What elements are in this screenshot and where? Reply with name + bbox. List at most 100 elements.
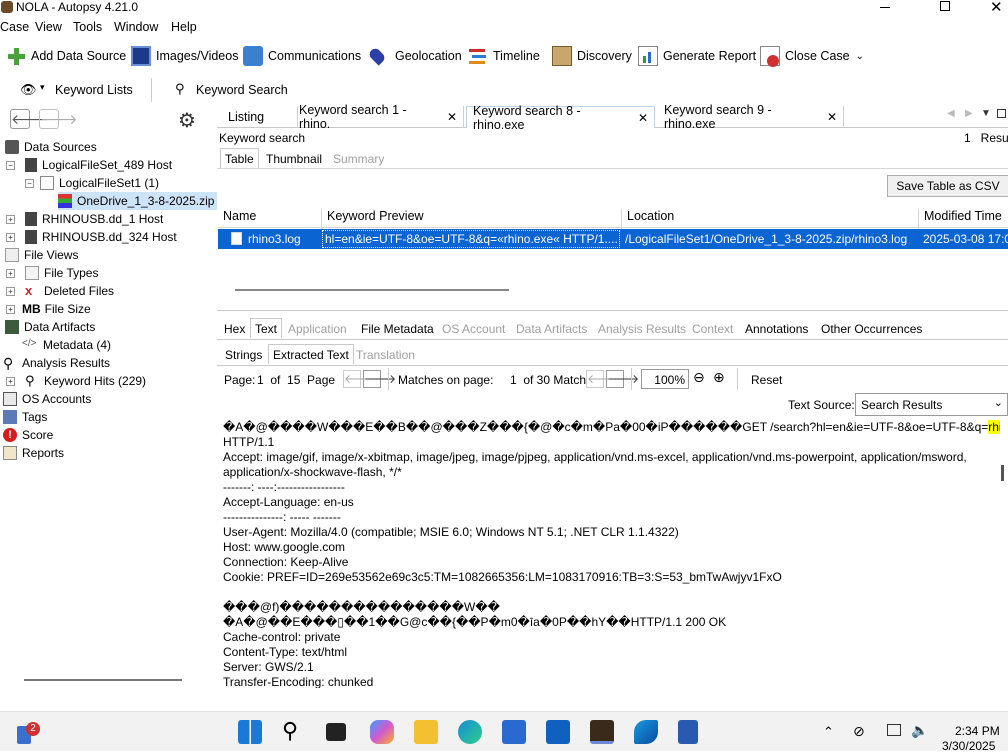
tab-keyword-search-8[interactable]: Keyword search 8 - rhino.exe ✕ [466,104,655,132]
tree-reports[interactable]: Reports [3,444,64,462]
column-name[interactable]: Name [223,209,256,223]
expand-icon[interactable]: + [6,305,15,314]
task-view-icon[interactable] [326,723,346,741]
forward-arrow-icon[interactable]: 🡒 [39,109,78,129]
tab-file-metadata[interactable]: File Metadata [357,319,438,339]
tab-other-occurrences[interactable]: Other Occurrences [817,319,926,339]
tab-menu-icon[interactable]: ▼ [981,108,991,119]
notepad-icon[interactable] [678,720,698,744]
add-data-source-button[interactable]: Add Data Source [6,44,126,68]
tree-host-489[interactable]: LogicalFileSet_489 Host [25,156,172,174]
tab-text[interactable]: Text [250,318,283,338]
tree-rhinousb-324[interactable]: RHINOUSB.dd_324 Host [25,228,177,246]
tree-keyword-hits[interactable]: ⚲ Keyword Hits (229) [25,372,146,390]
back-arrow-icon[interactable]: 🡐 [10,109,49,129]
expand-icon[interactable]: + [6,269,15,278]
tree-rhinousb-1[interactable]: RHINOUSB.dd_1 Host [25,210,163,228]
menu-help[interactable]: Help [171,20,197,34]
geolocation-button[interactable]: Geolocation [367,44,462,68]
horizontal-scrollbar[interactable] [24,679,182,681]
outlook-icon[interactable] [546,720,570,744]
maximize-icon[interactable] [940,1,950,11]
tree-file-views[interactable]: File Views [5,246,78,264]
text-source-select[interactable]: Search Results ⌄ [855,393,1008,416]
generate-report-button[interactable]: Generate Report [638,44,756,68]
table-horizontal-scrollbar[interactable] [235,289,509,291]
communications-button[interactable]: Communications [243,44,361,68]
tab-strings[interactable]: Strings [221,345,266,365]
tree-file-types[interactable]: File Types [25,264,98,282]
clock-time[interactable]: 2:34 PM [955,724,1000,738]
prev-page-icon[interactable]: 🡐 [343,370,376,388]
next-match-icon[interactable]: 🡒 [606,370,639,388]
table-row[interactable]: rhino3.log hl=en&ie=UTF-8&oe=UTF-8&q=«rh… [218,229,1008,249]
expand-icon[interactable]: + [6,233,15,242]
tab-hex[interactable]: Hex [220,319,249,339]
column-location[interactable]: Location [627,209,674,223]
extracted-text-area[interactable]: �A�@����W���E��B��@���Z���{�@�c�m�Pa�00�… [219,418,1000,688]
collapse-icon[interactable]: − [25,179,34,188]
expand-icon[interactable]: + [6,377,15,386]
close-window-icon[interactable]: ✕ [990,0,1003,16]
tree-deleted-files[interactable]: x Deleted Files [25,282,114,300]
network-icon[interactable]: ⊘ [853,723,865,740]
timeline-button[interactable]: Timeline [468,44,540,68]
reset-button[interactable]: Reset [751,373,782,387]
tree-data-sources[interactable]: Data Sources [5,138,97,156]
scroll-right-icon[interactable]: ▶ [965,108,973,119]
expand-icon[interactable]: + [6,215,15,224]
menu-case[interactable]: Case [0,20,29,34]
store-icon[interactable] [502,720,526,744]
close-tab-icon[interactable]: ✕ [827,110,837,124]
keyword-search-button[interactable]: Keyword Search [196,83,288,97]
tab-table-view[interactable]: Table [220,148,259,168]
zoom-out-icon[interactable]: ⊖ [693,369,705,386]
app-taskbar-icon[interactable] [634,720,658,744]
collapse-icon[interactable]: − [6,161,15,170]
search-icon[interactable]: ⚲ [282,718,298,744]
file-explorer-icon[interactable] [414,720,438,744]
tree-onedrive-zip[interactable]: OneDrive_1_3-8-2025.zip [58,192,218,210]
zoom-field[interactable]: 100% [641,369,689,389]
tree-score[interactable]: ! Score [3,426,53,444]
tree-metadata[interactable]: </> Metadata (4) [22,336,111,354]
zoom-in-icon[interactable]: ⊕ [713,369,725,386]
text-vertical-scrollbar[interactable] [1001,465,1004,481]
save-table-csv-button[interactable]: Save Table as CSV [887,175,1008,197]
chevron-up-icon[interactable]: ⌃ [823,724,834,740]
images-videos-button[interactable]: Images/Videos [131,44,238,68]
tree-os-accounts[interactable]: OS Accounts [3,390,91,408]
close-tab-icon[interactable]: ✕ [638,111,648,125]
scroll-left-icon[interactable]: ◀ [947,108,955,119]
minimize-icon[interactable] [880,7,890,8]
gear-icon[interactable]: ⚙ [178,108,196,133]
close-case-button[interactable]: Close Case ⌄ [760,44,864,68]
next-page-icon[interactable]: 🡒 [363,370,396,388]
tab-listing[interactable]: Listing [222,106,298,128]
menu-window[interactable]: Window [114,20,158,34]
menu-view[interactable]: View [35,20,62,34]
discovery-button[interactable]: Discovery [552,44,632,68]
tab-keyword-search-9[interactable]: Keyword search 9 - rhino.exe ✕ [658,103,844,131]
tab-keyword-search-1[interactable]: Keyword search 1 - rhino. ✕ [293,103,464,131]
display-icon[interactable] [887,724,901,736]
tab-annotations[interactable]: Annotations [741,319,812,339]
edge-icon[interactable] [458,720,482,744]
column-keyword-preview[interactable]: Keyword Preview [327,209,424,223]
prev-match-icon[interactable]: 🡐 [586,370,619,388]
restore-icon[interactable] [997,109,1006,118]
close-tab-icon[interactable]: ✕ [447,110,457,124]
column-modified-time[interactable]: Modified Time [924,209,1002,223]
menu-tools[interactable]: Tools [73,20,102,34]
autopsy-taskbar-icon[interactable] [590,720,614,744]
tab-thumbnail-view[interactable]: Thumbnail [262,149,326,169]
tree-data-artifacts[interactable]: Data Artifacts [5,318,95,336]
copilot-icon[interactable] [370,720,394,744]
tab-extracted-text[interactable]: Extracted Text [268,344,354,364]
tree-file-size[interactable]: MB File Size [22,300,91,318]
tree-analysis-results[interactable]: ⚲ Analysis Results [3,354,110,372]
tree-logicalfileset1[interactable]: LogicalFileSet1 (1) [40,174,159,192]
keyword-lists-button[interactable]: Keyword Lists [55,83,133,97]
tree-tags[interactable]: Tags [3,408,47,426]
start-icon[interactable] [238,720,262,744]
